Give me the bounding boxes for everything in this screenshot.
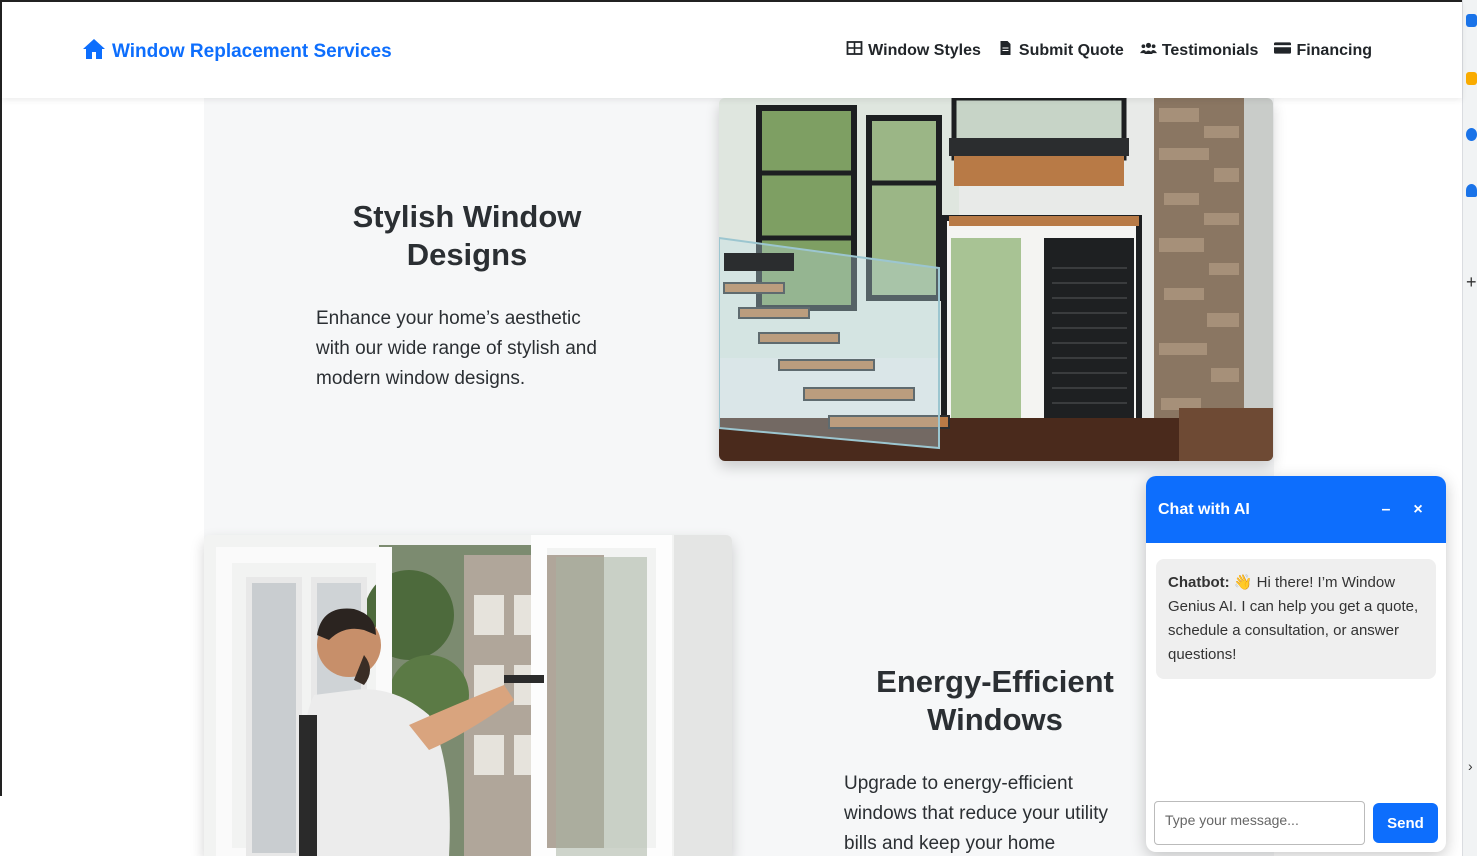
close-button[interactable]: × <box>1402 494 1434 526</box>
chat-widget: Chat with AI – × Chatbot: 👋 Hi there! I’… <box>1146 476 1446 852</box>
brand-link[interactable]: Window Replacement Services <box>82 38 392 66</box>
stylish-interior-image <box>719 98 1273 461</box>
chat-input-bar: Send <box>1154 800 1438 846</box>
add-icon[interactable]: + <box>1466 272 1477 293</box>
main-nav: Window Styles Submit Quote Testimonials … <box>846 40 1372 61</box>
keep-icon[interactable] <box>1466 72 1477 85</box>
feature-title: Stylish Window Designs <box>352 199 582 272</box>
nav-window-styles[interactable]: Window Styles <box>846 40 981 61</box>
send-button[interactable]: Send <box>1373 803 1438 843</box>
home-icon <box>82 38 106 66</box>
message-sender: Chatbot: <box>1168 574 1230 591</box>
chat-message-input[interactable] <box>1154 801 1365 845</box>
nav-submit-quote[interactable]: Submit Quote <box>997 40 1124 61</box>
window-installer-image <box>204 535 732 856</box>
tasks-icon[interactable] <box>1466 128 1477 141</box>
minimize-button[interactable]: – <box>1370 494 1402 526</box>
contacts-icon[interactable] <box>1466 184 1477 197</box>
site-header: Window Replacement Services Window Style… <box>2 2 1462 98</box>
feature-title: Energy-Efficient Windows <box>876 664 1114 737</box>
grid-icon <box>846 40 863 61</box>
calendar-icon[interactable] <box>1466 14 1477 27</box>
nav-financing[interactable]: Financing <box>1274 40 1372 61</box>
bot-message: Chatbot: 👋 Hi there! I’m Window Genius A… <box>1156 559 1436 679</box>
nav-label: Window Styles <box>868 41 981 59</box>
nav-label: Testimonials <box>1161 41 1259 59</box>
feature-text: Upgrade to energy-efficient windows that… <box>844 773 1109 854</box>
chevron-right-icon[interactable]: › <box>1468 758 1473 774</box>
document-icon <box>997 40 1014 61</box>
nav-label: Financing <box>1296 41 1372 59</box>
nav-label: Submit Quote <box>1018 41 1124 59</box>
nav-testimonials[interactable]: Testimonials <box>1139 40 1259 61</box>
credit-card-icon <box>1274 40 1292 61</box>
users-icon <box>1139 40 1157 61</box>
window-frame-left <box>0 0 2 796</box>
brand-name: Window Replacement Services <box>112 41 392 62</box>
chat-messages: Chatbot: 👋 Hi there! I’m Window Genius A… <box>1146 543 1446 792</box>
chat-title: Chat with AI <box>1158 500 1250 518</box>
chat-header: Chat with AI – × <box>1146 476 1446 543</box>
feature-text: Enhance your home’s aesthetic with our w… <box>316 308 597 389</box>
